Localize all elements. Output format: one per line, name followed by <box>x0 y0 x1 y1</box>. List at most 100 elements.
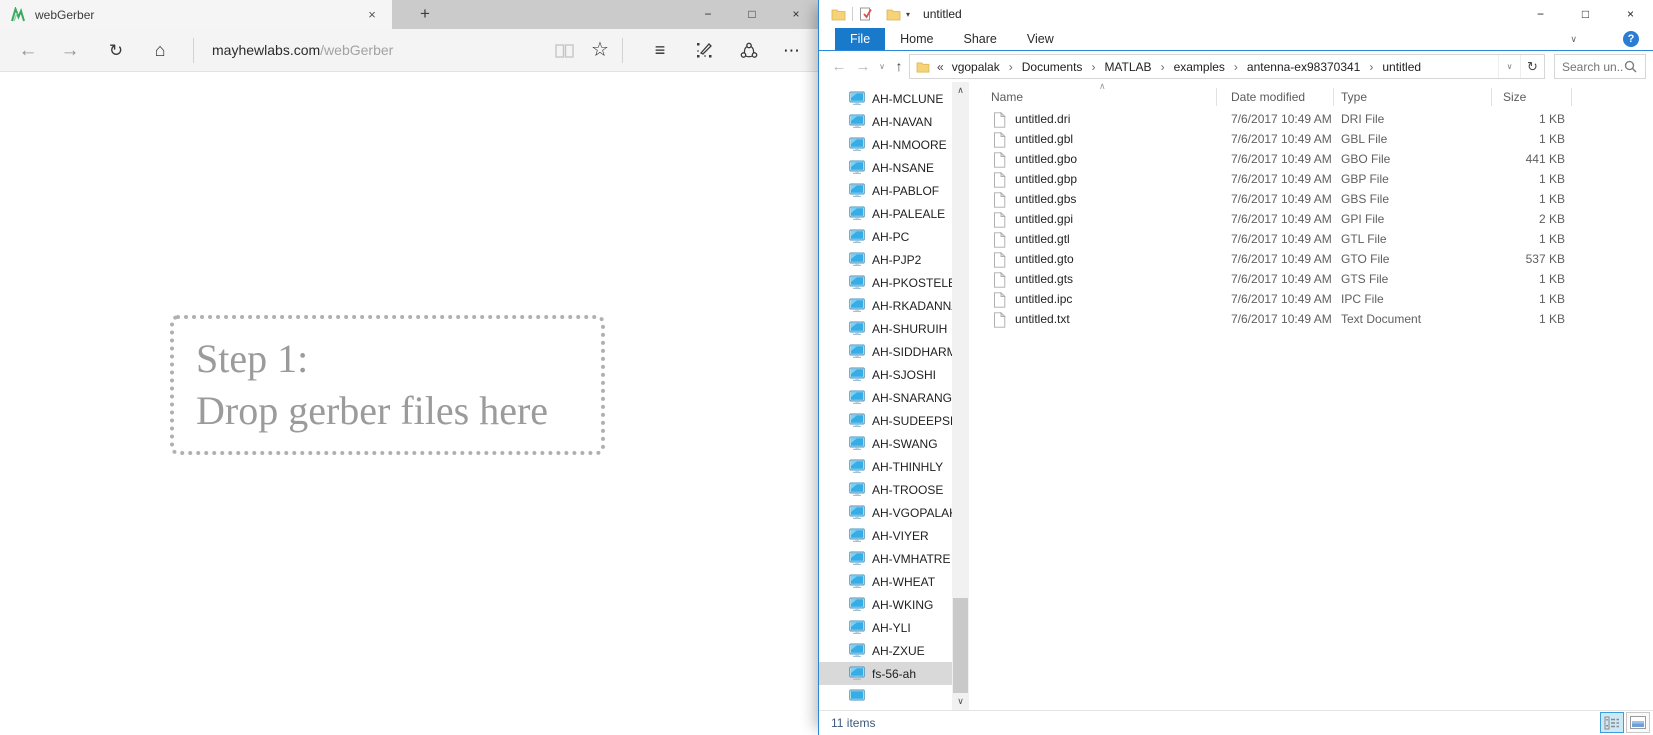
table-row[interactable]: untitled.gbs 7/6/2017 10:49 AM GBS File … <box>969 190 1653 210</box>
table-row[interactable]: untitled.ipc 7/6/2017 10:49 AM IPC File … <box>969 290 1653 310</box>
details-view-button[interactable] <box>1600 712 1624 733</box>
tree-item[interactable]: AH-SHURUIH <box>819 317 969 340</box>
web-note-icon[interactable] <box>688 29 720 72</box>
tree-item[interactable]: AH-PJP2 <box>819 248 969 271</box>
table-row[interactable]: untitled.gtl 7/6/2017 10:49 AM GTL File … <box>969 230 1653 250</box>
tree-item[interactable]: AH-TROOSE <box>819 478 969 501</box>
table-row[interactable]: untitled.txt 7/6/2017 10:49 AM Text Docu… <box>969 310 1653 330</box>
properties-icon[interactable] <box>859 7 873 21</box>
tree-item[interactable]: AH-NSANE <box>819 156 969 179</box>
breadcrumb-segment[interactable]: antenna-ex98370341 <box>1245 60 1362 74</box>
nav-up-icon[interactable]: ↑ <box>889 51 909 82</box>
column-divider[interactable] <box>1333 88 1334 106</box>
address-bar[interactable]: mayhewlabs.com/webGerber <box>212 29 393 72</box>
tree-item[interactable]: AH-WHEAT <box>819 570 969 593</box>
breadcrumb-separator-icon[interactable]: › <box>1154 60 1172 74</box>
table-row[interactable]: untitled.gbl 7/6/2017 10:49 AM GBL File … <box>969 130 1653 150</box>
tab-close-icon[interactable]: × <box>362 7 382 22</box>
breadcrumb-segment[interactable]: examples <box>1172 60 1227 74</box>
edge-maximize-button[interactable]: □ <box>730 0 774 29</box>
new-tab-button[interactable]: + <box>404 0 446 29</box>
search-box[interactable] <box>1554 54 1646 79</box>
table-row[interactable]: untitled.gbp 7/6/2017 10:49 AM GBP File … <box>969 170 1653 190</box>
tree-item[interactable]: AH-SWANG <box>819 432 969 455</box>
more-actions-icon[interactable]: ⋯ <box>776 29 808 72</box>
tree-item[interactable]: AH-PABLOF <box>819 179 969 202</box>
breadcrumb-segment[interactable]: Documents <box>1020 60 1085 74</box>
breadcrumb-separator-icon[interactable]: › <box>1084 60 1102 74</box>
breadcrumb-separator-icon[interactable]: › <box>1002 60 1020 74</box>
ribbon-tab-view[interactable]: View <box>1012 28 1069 50</box>
explorer-close-button[interactable]: × <box>1608 0 1653 28</box>
gerber-dropzone[interactable]: Step 1: Drop gerber files here <box>170 315 605 455</box>
tree-item[interactable]: AH-SNARANG <box>819 386 969 409</box>
scroll-down-icon[interactable]: ∨ <box>952 693 969 710</box>
tree-item[interactable]: AH-MCLUNE <box>819 87 969 110</box>
address-refresh-icon[interactable]: ↻ <box>1520 55 1544 78</box>
tree-item[interactable]: AH-PC <box>819 225 969 248</box>
explorer-maximize-button[interactable]: □ <box>1563 0 1608 28</box>
tree-item[interactable]: AH-SJOSHI <box>819 363 969 386</box>
scrollbar-thumb[interactable] <box>953 598 968 693</box>
column-divider[interactable] <box>1216 88 1217 106</box>
tree-item[interactable]: AH-PALEALE <box>819 202 969 225</box>
breadcrumb-separator-icon[interactable]: › <box>1227 60 1245 74</box>
tree-item[interactable]: AH-SIDDHARM1 <box>819 340 969 363</box>
ribbon-expand-icon[interactable]: ∨ <box>1570 34 1577 45</box>
breadcrumb-segment[interactable]: untitled <box>1380 60 1423 74</box>
ribbon-tab-home[interactable]: Home <box>885 28 948 50</box>
scroll-up-icon[interactable]: ∧ <box>952 82 969 99</box>
column-header-size[interactable]: Size <box>1503 90 1526 104</box>
tree-item[interactable]: AH-NAVAN <box>819 110 969 133</box>
tree-item[interactable]: AH-ZXUE <box>819 639 969 662</box>
sort-ascending-icon[interactable]: ∧ <box>1099 82 1106 92</box>
table-row[interactable]: untitled.dri 7/6/2017 10:49 AM DRI File … <box>969 110 1653 130</box>
tree-item[interactable]: AH-VGOPALAK <box>819 501 969 524</box>
hub-icon[interactable]: ≡ <box>644 29 676 72</box>
browser-tab[interactable]: webGerber × <box>0 0 392 29</box>
thumbnails-view-button[interactable] <box>1626 712 1650 733</box>
table-row[interactable]: untitled.gts 7/6/2017 10:49 AM GTS File … <box>969 270 1653 290</box>
explorer-minimize-button[interactable]: − <box>1518 0 1563 28</box>
home-icon[interactable]: ⌂ <box>144 29 176 72</box>
table-row[interactable]: untitled.gbo 7/6/2017 10:49 AM GBO File … <box>969 150 1653 170</box>
column-header-type[interactable]: Type <box>1341 90 1367 104</box>
new-folder-icon[interactable] <box>886 8 901 21</box>
tree-item[interactable]: AH-VIYER <box>819 524 969 547</box>
tree-item[interactable]: AH-YLI <box>819 616 969 639</box>
reading-view-icon[interactable] <box>548 29 580 72</box>
qat-dropdown-icon[interactable]: ▾ <box>906 10 910 19</box>
ribbon-tab-share[interactable]: Share <box>949 28 1012 50</box>
tree-item[interactable]: AH-SUDEEPSH <box>819 409 969 432</box>
breadcrumb-overflow-icon[interactable]: « <box>937 60 944 74</box>
table-row[interactable]: untitled.gto 7/6/2017 10:49 AM GTO File … <box>969 250 1653 270</box>
share-icon[interactable] <box>733 29 765 72</box>
nav-history-dropdown-icon[interactable]: ∨ <box>875 51 889 82</box>
help-icon[interactable]: ? <box>1623 31 1639 47</box>
column-divider[interactable] <box>1491 88 1492 106</box>
address-dropdown-icon[interactable]: ∨ <box>1498 55 1520 78</box>
refresh-icon[interactable]: ↻ <box>100 29 132 72</box>
tree-item[interactable]: AH-WKING <box>819 593 969 616</box>
tree-item[interactable]: AH-PKOSTELE <box>819 271 969 294</box>
edge-close-button[interactable]: × <box>774 0 818 29</box>
tree-item-selected[interactable]: fs-56-ah <box>819 662 969 685</box>
column-divider[interactable] <box>1571 88 1572 106</box>
breadcrumb-separator-icon[interactable]: › <box>1362 60 1380 74</box>
forward-icon[interactable]: → <box>54 29 86 72</box>
tree-scrollbar[interactable]: ∧ ∨ <box>952 82 969 710</box>
breadcrumb-segment[interactable]: MATLAB <box>1102 60 1153 74</box>
tree-item[interactable]: AH-THINHLY <box>819 455 969 478</box>
column-header-date[interactable]: Date modified <box>1231 90 1305 104</box>
tree-item[interactable]: AH-VMHATRE <box>819 547 969 570</box>
table-row[interactable]: untitled.gpi 7/6/2017 10:49 AM GPI File … <box>969 210 1653 230</box>
tree-item-partial[interactable] <box>819 685 969 708</box>
ribbon-tab-file[interactable]: File <box>835 28 885 50</box>
search-icon[interactable] <box>1624 60 1637 73</box>
nav-back-icon[interactable]: ← <box>827 51 851 82</box>
search-input[interactable] <box>1562 60 1624 74</box>
edge-minimize-button[interactable]: − <box>686 0 730 29</box>
favorites-star-icon[interactable]: ☆ <box>584 29 616 72</box>
breadcrumb-address-bar[interactable]: « vgopalak › Documents › MATLAB › exampl… <box>909 54 1545 79</box>
tree-item[interactable]: AH-NMOORE <box>819 133 969 156</box>
